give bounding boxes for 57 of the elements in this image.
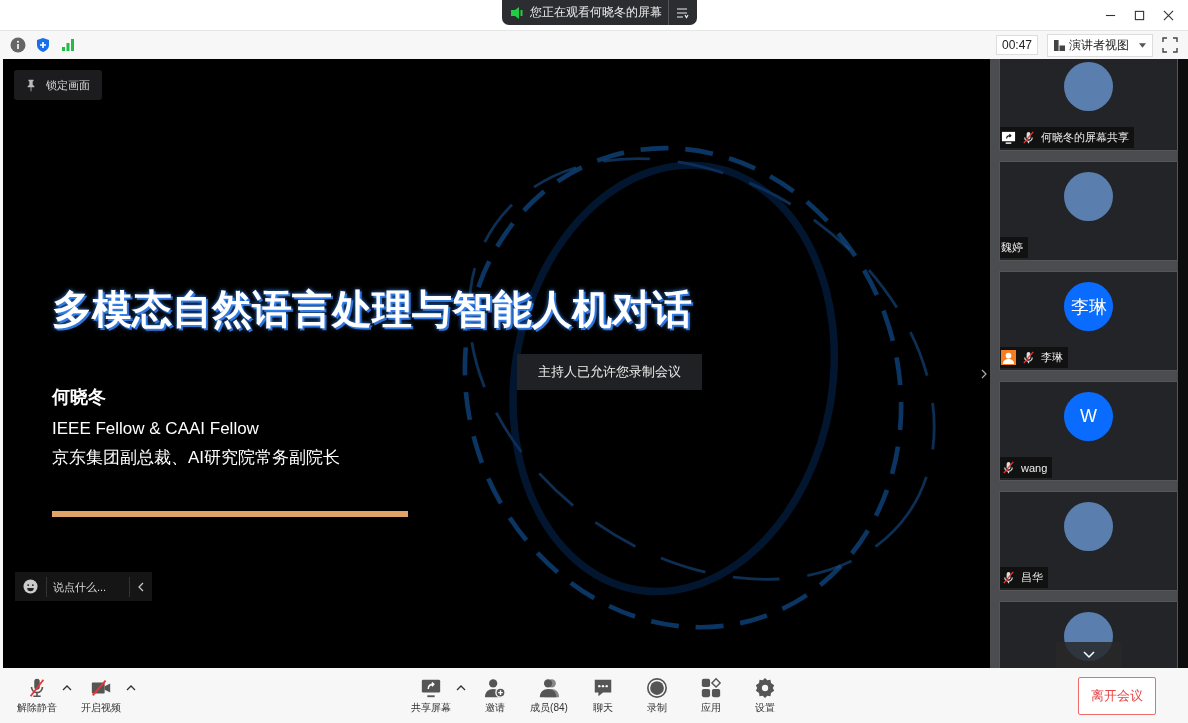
caret-icon[interactable] — [126, 684, 136, 691]
leave-meeting-button[interactable]: 离开会议 — [1078, 676, 1156, 715]
toolbar-button[interactable]: 成员(84) — [524, 676, 574, 715]
avatar-placeholder — [1064, 172, 1113, 221]
layout-icon — [1054, 39, 1065, 51]
avatar-placeholder — [1064, 502, 1113, 551]
toolbar-button[interactable]: 设置 — [740, 676, 790, 715]
recording-permission-toast: 主持人已允许您录制会议 — [517, 354, 702, 390]
lock-view-button[interactable]: 锁定画面 — [14, 70, 102, 100]
caret-icon[interactable] — [62, 684, 72, 691]
toolbar-button[interactable]: 应用 — [686, 676, 736, 715]
participant-tile[interactable]: 魏婷 — [999, 161, 1178, 261]
collapse-icon[interactable] — [138, 581, 144, 592]
screen-share-icon — [1001, 130, 1016, 145]
toolbar-button[interactable]: 解除静音 — [12, 676, 62, 715]
maximize-icon[interactable] — [1134, 9, 1145, 21]
apps-icon — [700, 676, 722, 699]
participant-name: 李琳 — [1041, 350, 1063, 365]
emoji-icon[interactable] — [23, 579, 38, 594]
record-icon — [646, 676, 668, 699]
close-icon[interactable] — [1163, 9, 1174, 21]
view-mode-button[interactable]: 演讲者视图 — [1047, 33, 1153, 57]
participant-tile[interactable]: 何晓冬的屏幕共享 — [999, 59, 1178, 151]
add-person-icon — [484, 676, 506, 699]
participant-name: 魏婷 — [1001, 240, 1023, 255]
initials-avatar: 李琳 — [1064, 282, 1113, 331]
participant-name: 何晓冬的屏幕共享 — [1041, 130, 1129, 145]
toolbar-button[interactable]: 聊天 — [578, 676, 628, 715]
speaker-name: 何晓冬 — [52, 386, 106, 409]
participant-tile[interactable]: 昌华 — [999, 491, 1178, 591]
meeting-timer: 00:47 — [995, 35, 1038, 55]
speaker-icon — [510, 5, 524, 20]
speaker-title: 京东集团副总裁、AI研究院常务副院长 — [52, 447, 341, 469]
participant-name: 昌华 — [1021, 570, 1043, 585]
sharing-notice-text: 您正在观看何晓冬的屏幕 — [530, 4, 662, 21]
caret-icon — [1139, 42, 1146, 48]
toolbar-button[interactable]: 共享屏幕 — [406, 676, 456, 715]
toolbar-button[interactable]: 开启视频 — [76, 676, 126, 715]
slide-title: 多模态自然语言处理与智能人机对话 — [52, 287, 692, 331]
settings-icon — [754, 676, 776, 699]
toolbar-button[interactable]: 录制 — [632, 676, 682, 715]
participant-name: wang — [1021, 461, 1048, 474]
initials-avatar: W — [1064, 392, 1113, 441]
list-icon[interactable] — [675, 5, 689, 20]
participant-tile[interactable]: W wang — [999, 381, 1178, 481]
participant-tile[interactable]: 李琳 李琳 — [999, 271, 1178, 371]
people-icon — [538, 676, 560, 699]
caret-icon[interactable] — [456, 684, 466, 691]
person-icon — [1001, 350, 1016, 365]
fullscreen-icon[interactable] — [1162, 37, 1178, 53]
toolbar-button[interactable]: 邀请 — [470, 676, 520, 715]
shield-icon[interactable] — [35, 37, 51, 53]
expand-panel-icon[interactable] — [981, 369, 987, 379]
speaker-title: IEEE Fellow & CAAI Fellow — [52, 419, 259, 439]
avatar-placeholder — [1064, 62, 1113, 111]
info-icon[interactable] — [10, 37, 26, 53]
chat-input-field[interactable]: 说点什么... — [15, 572, 152, 601]
